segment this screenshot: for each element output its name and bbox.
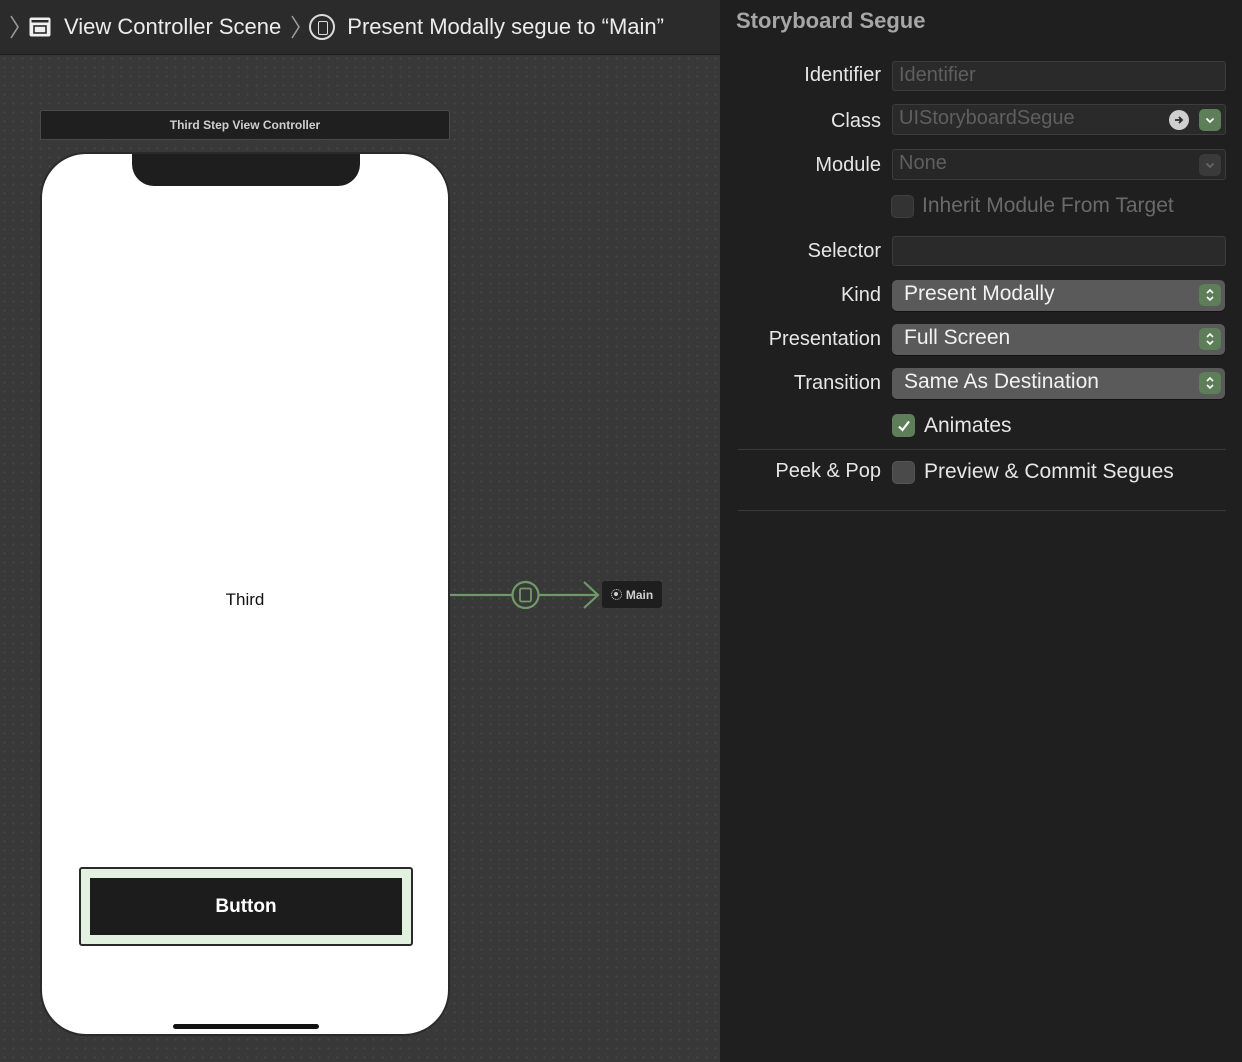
go-to-class-arrow-icon[interactable] [1169,110,1189,130]
presentation-label: Presentation [768,328,881,350]
storyboard-reference-label: Main [625,587,654,602]
updown-chevron-icon [1199,372,1221,394]
identifier-field[interactable]: Identifier [892,61,1226,91]
breadcrumb-chevron-icon [10,15,19,39]
updown-chevron-icon [1199,328,1221,350]
preview-commit-label: Preview & Commit Segues [924,460,1174,483]
animates-label: Animates [924,414,1012,437]
storyboard-reference-main[interactable]: Main [602,581,662,608]
segue-arrow[interactable] [450,570,610,620]
class-label: Class [830,110,881,132]
inherit-module-checkbox[interactable] [891,195,914,218]
module-combo[interactable]: None [892,149,1226,180]
segue-node-icon[interactable] [511,580,540,610]
class-value: UIStoryboardSegue [899,107,1075,129]
identifier-label: Identifier [804,64,881,86]
scene-title-bar[interactable]: Third Step View Controller [40,110,450,140]
breadcrumb-chevron-icon [291,15,301,39]
home-indicator [173,1024,319,1029]
breadcrumb-segue[interactable]: Present Modally segue to “Main” [347,14,664,40]
transition-popup[interactable]: Same As Destination [892,368,1225,399]
checkmark-icon [897,420,910,432]
storyboard-reference-icon [610,589,622,600]
identifier-placeholder: Identifier [899,64,976,86]
preview-commit-checkbox[interactable] [892,461,915,484]
module-dropdown-chevron-icon[interactable] [1199,154,1221,176]
selector-label: Selector [807,240,881,262]
device-notch [132,154,360,186]
selector-field[interactable] [892,236,1226,266]
inherit-module-label: Inherit Module From Target [922,194,1174,217]
module-label: Module [815,154,881,176]
canvas-button[interactable]: Button [90,878,402,935]
attributes-inspector: Storyboard Segue Identifier Identifier C… [720,0,1242,1062]
peek-pop-label: Peek & Pop [775,460,881,482]
segue-icon [309,14,336,40]
transition-label: Transition [793,372,881,394]
module-value: None [899,152,947,174]
scene-icon [29,17,51,37]
breadcrumb-scene[interactable]: View Controller Scene [64,14,281,40]
kind-value: Present Modally [904,282,1055,305]
third-label[interactable]: Third [42,590,448,610]
view-controller-view[interactable]: Third Button [40,152,450,1036]
transition-value: Same As Destination [904,370,1099,393]
kind-label: Kind [840,284,881,306]
scene-title: Third Step View Controller [169,118,321,132]
class-combo[interactable]: UIStoryboardSegue [892,104,1226,135]
class-dropdown-chevron-icon[interactable] [1199,109,1221,131]
section-title: Storyboard Segue [736,8,926,33]
animates-checkbox[interactable] [892,414,915,437]
button-selection-frame[interactable]: Button [79,867,413,946]
updown-chevron-icon [1199,284,1221,306]
storyboard-canvas[interactable]: View Controller Scene Present Modally se… [0,0,720,1062]
divider [738,510,1226,511]
jump-bar: View Controller Scene Present Modally se… [0,0,720,55]
divider [738,449,1226,450]
presentation-value: Full Screen [904,326,1011,349]
presentation-popup[interactable]: Full Screen [892,324,1225,355]
kind-popup[interactable]: Present Modally [892,280,1225,311]
